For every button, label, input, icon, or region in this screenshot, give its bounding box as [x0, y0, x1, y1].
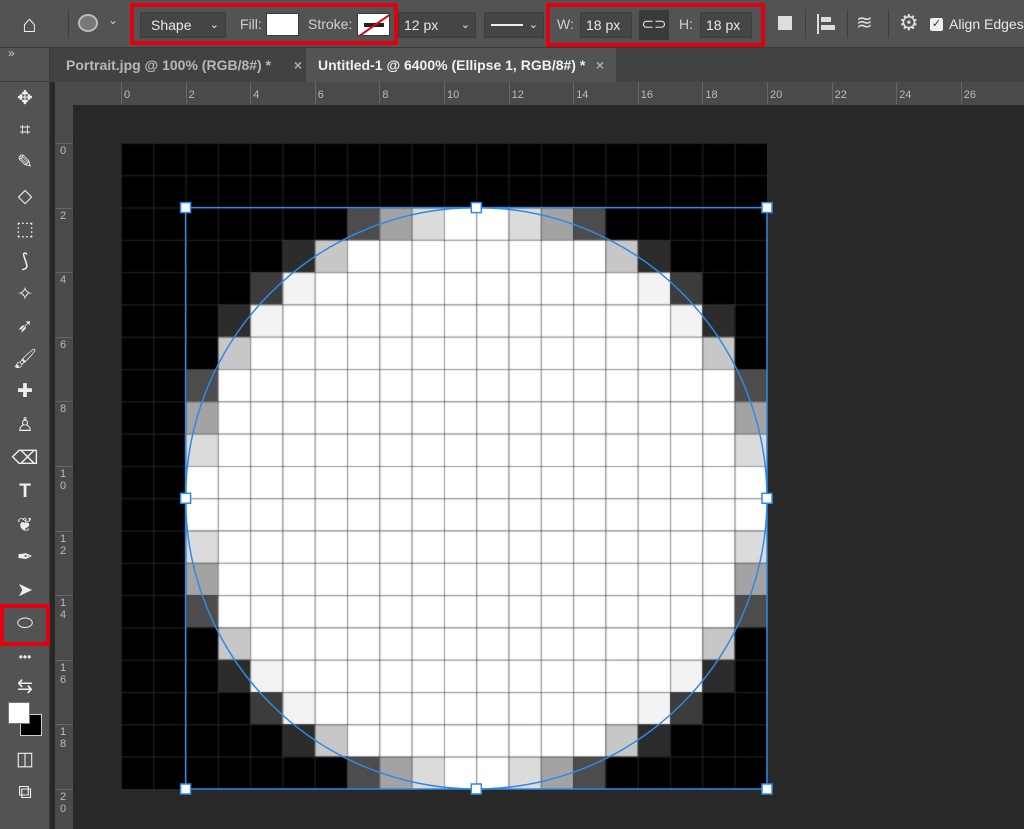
transform-handle[interactable] — [470, 201, 483, 214]
transform-handle[interactable] — [179, 783, 192, 795]
ellipse-shape-path[interactable] — [0, 0, 1024, 829]
transform-handle[interactable] — [761, 201, 773, 214]
bounding-box[interactable] — [184, 206, 768, 790]
ellipse-tool-highlight — [0, 604, 50, 646]
transform-handle[interactable] — [761, 783, 773, 795]
transform-handle[interactable] — [761, 492, 773, 505]
transform-handle[interactable] — [179, 201, 192, 214]
transform-handle[interactable] — [470, 783, 483, 795]
transform-handle[interactable] — [179, 492, 192, 505]
ellipse-outline[interactable] — [184, 206, 768, 790]
